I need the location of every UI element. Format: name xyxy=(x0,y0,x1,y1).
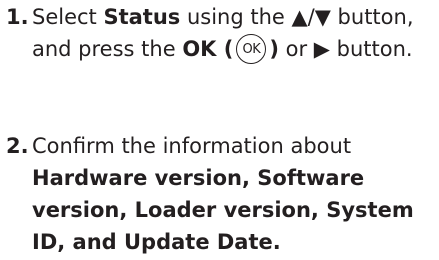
step-text: Confirm the information about xyxy=(32,134,352,158)
ok-button-icon: OK xyxy=(236,34,267,64)
step-text: Select xyxy=(32,5,104,29)
ok-label: OK ( xyxy=(182,37,234,61)
ok-label-close: ) xyxy=(269,37,279,61)
info-items: Hardware version, Software version, Load… xyxy=(32,166,414,254)
step-2-text: Confirm the information about Hardware v… xyxy=(6,130,434,258)
step-text: or ▶ button. xyxy=(278,37,413,61)
step-2: 2. Confirm the information about Hardwar… xyxy=(6,130,434,258)
status-menu-name: Status xyxy=(103,5,181,29)
step-number: 1. xyxy=(6,5,29,29)
step-1: 1. Select Status using the ▲/▼ button, a… xyxy=(6,1,434,66)
step-number: 2. xyxy=(6,134,29,158)
step-1-text: Select Status using the ▲/▼ button, and … xyxy=(6,1,434,66)
